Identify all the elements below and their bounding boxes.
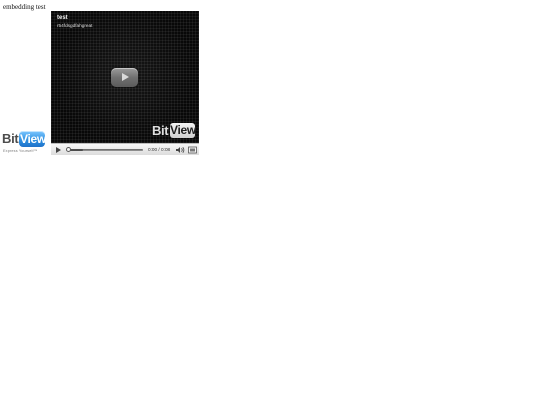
watermark-view-badge: View bbox=[170, 123, 196, 138]
volume-button[interactable] bbox=[175, 146, 185, 154]
logo-view-badge: View bbox=[19, 131, 46, 147]
fullscreen-button[interactable] bbox=[188, 146, 197, 154]
play-icon bbox=[122, 73, 129, 81]
video-screen[interactable]: test r54fdsgdfahgreat Bit View bbox=[51, 11, 199, 143]
bitview-logo[interactable]: Bit View Express Yourself™ bbox=[2, 131, 47, 157]
big-play-button[interactable] bbox=[111, 68, 138, 87]
play-button[interactable] bbox=[54, 146, 62, 154]
seek-bar[interactable] bbox=[68, 149, 143, 151]
time-readout: 0:00 / 0:08 bbox=[148, 147, 171, 152]
page-text: embedding test bbox=[3, 3, 46, 11]
video-title: test bbox=[57, 15, 68, 21]
watermark-bit-text: Bit bbox=[152, 123, 169, 138]
logo-view-text: View bbox=[20, 132, 46, 146]
logo-bit-text: Bit bbox=[2, 131, 19, 146]
seek-handle[interactable] bbox=[66, 147, 71, 152]
video-bitview-watermark: Bit View bbox=[152, 122, 196, 139]
video-id: r54fdsgdfahgreat bbox=[57, 23, 93, 28]
logo-slogan: Express Yourself™ bbox=[3, 149, 38, 153]
fullscreen-icon bbox=[188, 146, 197, 154]
video-player[interactable]: test r54fdsgdfahgreat Bit View 0:00 / 0:… bbox=[51, 11, 199, 155]
play-icon bbox=[56, 147, 61, 153]
watermark-view-text: View bbox=[170, 123, 196, 137]
player-control-bar: 0:00 / 0:08 bbox=[51, 143, 199, 155]
volume-icon bbox=[176, 146, 185, 154]
